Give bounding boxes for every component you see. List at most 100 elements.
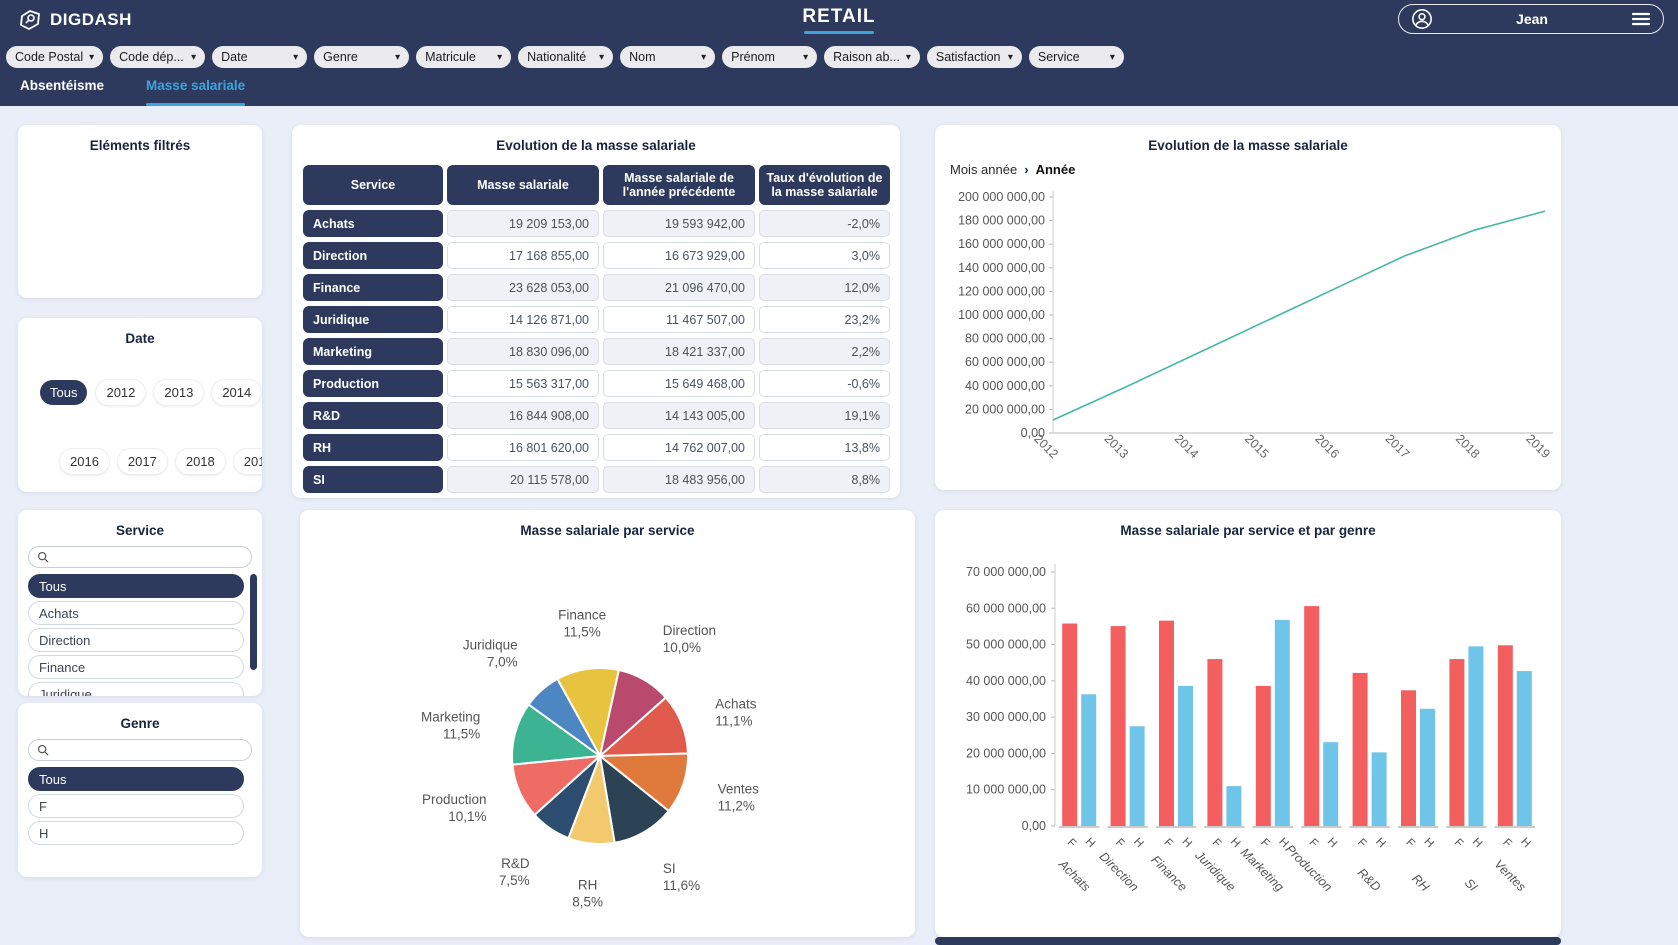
x-tick-label[interactable]: 2016 [1312, 432, 1342, 462]
genre-search-input[interactable] [55, 743, 243, 757]
bar-achats-h[interactable] [1081, 694, 1096, 826]
list-item[interactable]: Finance [28, 655, 244, 679]
x-tick-label[interactable]: 2014 [1172, 432, 1202, 462]
y-tick-label: 160 000 000,00 [958, 237, 1045, 251]
top-navbar: DIGDASH RETAIL Jean Code Postal▾Code dép… [0, 0, 1678, 106]
horizontal-scrollbar[interactable] [935, 937, 1561, 945]
bar-r&d-h[interactable] [1372, 752, 1387, 826]
table-row-header[interactable]: Finance [303, 274, 443, 301]
table-row-header[interactable]: Production [303, 370, 443, 397]
filter-pill-nationalit-[interactable]: Nationalité▾ [518, 46, 613, 68]
list-item[interactable]: F [28, 794, 244, 818]
date-option-2013[interactable]: 2013 [154, 380, 203, 405]
filter-pill-code-postal[interactable]: Code Postal▾ [6, 46, 103, 68]
category-tick-label[interactable]: R&D [1355, 866, 1384, 895]
bar-rh-f[interactable] [1401, 690, 1416, 826]
category-tick-label[interactable]: Marketing [1238, 845, 1287, 894]
filter-pill-genre[interactable]: Genre▾ [314, 46, 409, 68]
table-row-header[interactable]: RH [303, 434, 443, 461]
filter-pill-service[interactable]: Service▾ [1029, 46, 1124, 68]
filter-pill-label: Nom [629, 50, 655, 64]
bar-production-h[interactable] [1323, 742, 1338, 826]
bar-production-f[interactable] [1304, 606, 1319, 826]
service-search-input[interactable] [55, 550, 243, 564]
x-tick-label[interactable]: 2012 [1031, 432, 1061, 462]
filter-bar: Code Postal▾ Code dép...▾ Date▾ Genre▾ Matri… [6, 46, 1124, 68]
x-tick-label[interactable]: 2017 [1383, 432, 1413, 462]
category-tick-label[interactable]: Juridique [1192, 848, 1239, 895]
category-tick-label[interactable]: Ventes [1491, 857, 1528, 894]
table-column-header[interactable]: Taux d'évolution de la masse salariale [759, 165, 890, 205]
table-row-header[interactable]: Direction [303, 242, 443, 269]
bar-finance-h[interactable] [1178, 686, 1193, 826]
user-menu[interactable]: Jean [1398, 4, 1664, 34]
genre-search[interactable] [28, 739, 252, 761]
filter-pill-pr-nom[interactable]: Prénom▾ [722, 46, 817, 68]
list-item[interactable]: Tous [28, 767, 244, 791]
category-tick-label[interactable]: SI [1462, 876, 1481, 895]
list-item[interactable]: Tous [28, 574, 244, 598]
list-item[interactable]: Direction [28, 628, 244, 652]
tab-masse-salariale[interactable]: Masse salariale [146, 78, 245, 106]
bar-direction-h[interactable] [1130, 726, 1145, 826]
table-row-header[interactable]: R&D [303, 402, 443, 429]
category-tick-label[interactable]: Achats [1055, 856, 1093, 894]
table-row-header[interactable]: Juridique [303, 306, 443, 333]
service-list-scrollbar[interactable] [250, 574, 257, 670]
x-tick-label[interactable]: 2015 [1242, 432, 1272, 462]
evolution-line-chart[interactable]: 0,0020 000 000,0040 000 000,0060 000 000… [935, 183, 1561, 488]
bar-juridique-h[interactable] [1226, 786, 1241, 826]
table-row-header[interactable]: Achats [303, 210, 443, 237]
list-item[interactable]: H [28, 821, 244, 845]
bar-si-f[interactable] [1449, 659, 1464, 826]
table-column-header[interactable]: Masse salariale de l'année précédente [603, 165, 755, 205]
bar-ventes-h[interactable] [1517, 671, 1532, 826]
list-item[interactable]: Juridique [28, 682, 244, 696]
filter-pill-nom[interactable]: Nom▾ [620, 46, 715, 68]
bar-juridique-f[interactable] [1207, 659, 1222, 826]
filter-pill-code-d-p-[interactable]: Code dép...▾ [110, 46, 205, 68]
masse-salariale-pie-chart[interactable]: Finance11,5%Direction10,0%Achats11,1%Ven… [300, 544, 915, 936]
date-option-2019[interactable]: 2019 [234, 449, 262, 474]
table-column-header[interactable]: Service [303, 165, 443, 205]
filter-pill-date[interactable]: Date▾ [212, 46, 307, 68]
bar-achats-f[interactable] [1062, 624, 1077, 826]
line-series[interactable] [1053, 211, 1545, 420]
bar-rh-h[interactable] [1420, 709, 1435, 826]
filter-pill-matricule[interactable]: Matricule▾ [416, 46, 511, 68]
x-tick-label[interactable]: 2018 [1453, 432, 1483, 462]
table-cell: 19 593 942,00 [603, 210, 755, 237]
date-option-2017[interactable]: 2017 [118, 449, 167, 474]
bar-si-h[interactable] [1468, 646, 1483, 826]
date-option-tous[interactable]: Tous [40, 380, 87, 405]
bar-marketing-h[interactable] [1275, 620, 1290, 826]
tab-absent-isme[interactable]: Absentéisme [20, 78, 104, 106]
bar-finance-f[interactable] [1159, 621, 1174, 826]
category-tick-label[interactable]: Finance [1148, 853, 1189, 894]
category-tick-label[interactable]: Production [1283, 842, 1335, 894]
bar-ventes-f[interactable] [1498, 645, 1513, 826]
list-item[interactable]: Achats [28, 601, 244, 625]
series-tick-label: F [1452, 837, 1465, 850]
category-tick-label[interactable]: Direction [1097, 849, 1142, 894]
table-row-header[interactable]: SI [303, 466, 443, 493]
category-tick-label[interactable]: RH [1409, 871, 1432, 894]
x-tick-label[interactable]: 2013 [1101, 432, 1131, 462]
hamburger-menu-icon[interactable] [1631, 11, 1651, 27]
user-icon [1411, 8, 1433, 30]
filter-pill-satisfaction[interactable]: Satisfaction▾ [927, 46, 1022, 68]
date-option-2016[interactable]: 2016 [60, 449, 109, 474]
bar-marketing-f[interactable] [1256, 686, 1271, 826]
bar-direction-f[interactable] [1111, 626, 1126, 826]
filter-pill-raison-ab-[interactable]: Raison ab...▾ [824, 46, 920, 68]
date-option-2018[interactable]: 2018 [176, 449, 225, 474]
breadcrumb-root[interactable]: Mois année [950, 162, 1017, 177]
date-option-2014[interactable]: 2014 [212, 380, 261, 405]
table-column-header[interactable]: Masse salariale [447, 165, 599, 205]
bar-r&d-f[interactable] [1353, 673, 1368, 826]
date-option-2012[interactable]: 2012 [96, 380, 145, 405]
table-row-header[interactable]: Marketing [303, 338, 443, 365]
masse-salariale-bar-chart[interactable]: 0,0010 000 000,0020 000 000,0030 000 000… [935, 544, 1561, 936]
x-tick-label[interactable]: 2019 [1523, 432, 1553, 462]
service-search[interactable] [28, 546, 252, 568]
